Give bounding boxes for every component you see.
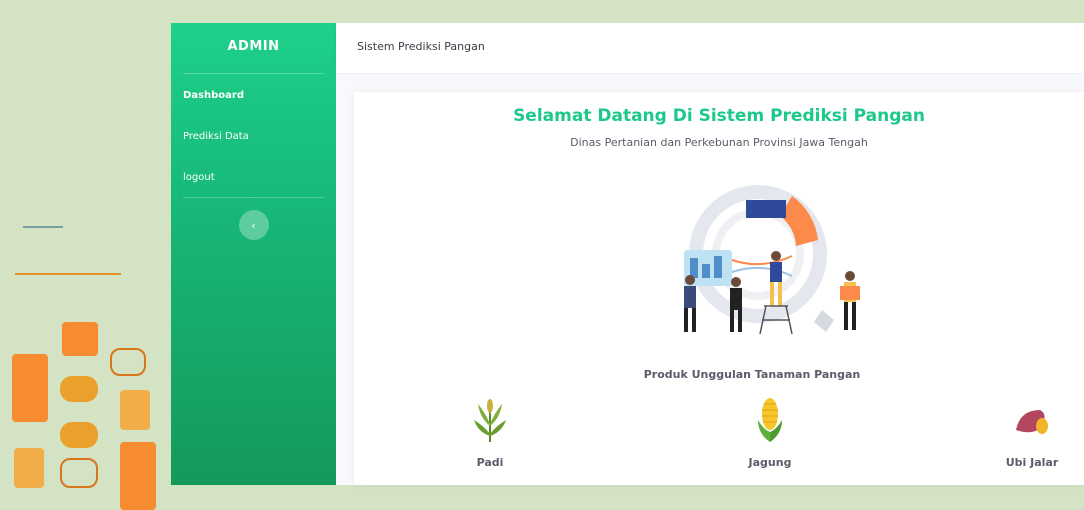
decorative-shape bbox=[120, 442, 156, 510]
main-content: Selamat Datang Di Sistem Prediksi Pangan… bbox=[336, 74, 1084, 485]
product-name: Jagung bbox=[748, 456, 792, 469]
decorative-shape bbox=[14, 448, 44, 488]
product-name: Ubi Jalar bbox=[1005, 456, 1059, 469]
decorative-line bbox=[15, 273, 121, 275]
sidebar-brand[interactable]: ADMIN bbox=[183, 23, 324, 74]
product-item: Ubi Jalar bbox=[972, 396, 1084, 469]
decorative-shape bbox=[110, 348, 146, 376]
decorative-shape bbox=[60, 422, 98, 448]
topbar: Sistem Prediksi Pangan bbox=[336, 23, 1084, 74]
sidebar-item-dashboard[interactable]: Dashboard bbox=[171, 74, 336, 115]
product-item: Jagung bbox=[710, 396, 830, 469]
sidebar: ADMIN Dashboard Prediksi Data logout ‹ bbox=[171, 23, 336, 485]
decorative-shape bbox=[12, 354, 48, 422]
decorative-shape bbox=[60, 458, 98, 488]
decorative-line bbox=[23, 226, 63, 228]
welcome-heading: Selamat Datang Di Sistem Prediksi Pangan bbox=[513, 106, 925, 126]
product-item: Padi bbox=[430, 396, 550, 469]
corn-icon bbox=[758, 398, 782, 442]
sidebar-item-prediksi-data[interactable]: Prediksi Data bbox=[171, 115, 336, 156]
sidebar-toggle-button[interactable]: ‹ bbox=[238, 210, 269, 240]
products-title: Produk Unggulan Tanaman Pangan bbox=[643, 368, 861, 381]
welcome-subtitle: Dinas Pertanian dan Perkebunan Provinsi … bbox=[570, 136, 868, 149]
sidebar-divider bbox=[183, 197, 324, 198]
decorative-shape bbox=[62, 322, 98, 356]
sidebar-item-logout[interactable]: logout bbox=[171, 156, 336, 197]
page-title: Sistem Prediksi Pangan bbox=[357, 40, 485, 53]
sweet-potato-icon bbox=[1016, 410, 1048, 434]
dashboard-illustration bbox=[684, 185, 860, 335]
chevron-left-icon: ‹ bbox=[251, 218, 256, 232]
product-name: Padi bbox=[476, 456, 504, 469]
decorative-shape bbox=[120, 390, 150, 430]
welcome-card: Selamat Datang Di Sistem Prediksi Pangan… bbox=[354, 92, 1084, 485]
decorative-shape bbox=[60, 376, 98, 402]
rice-icon bbox=[474, 399, 506, 442]
